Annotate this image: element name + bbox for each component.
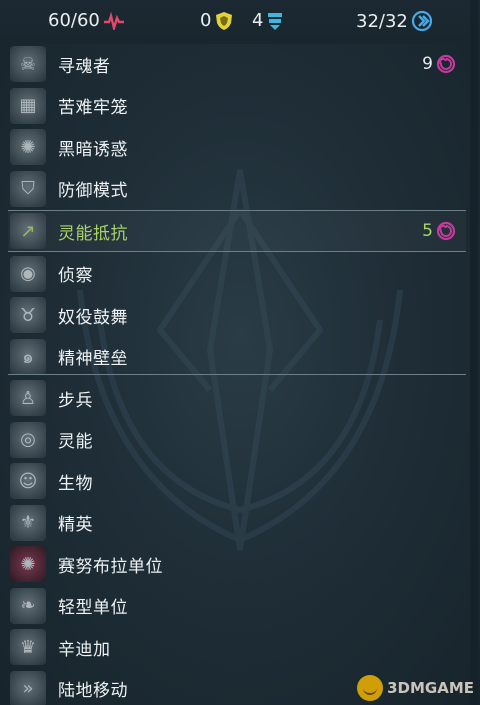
attribute-label: 辛迪加 <box>58 639 111 660</box>
ability-row-dark-lure[interactable]: ✺ 黑暗诱惑 <box>8 127 466 167</box>
ability-label: 侦察 <box>58 266 93 286</box>
scrollbar[interactable] <box>470 0 478 705</box>
ability-label: 精神壁垒 <box>58 349 128 369</box>
attribute-row-elite[interactable]: ⚜ 精英 <box>8 503 466 543</box>
ability-label: 灵能抵抗 <box>58 223 128 244</box>
attribute-row-biological[interactable]: ☺ 生物 <box>8 461 466 501</box>
light-unit-icon: ❧ <box>10 587 46 624</box>
soul-seeker-icon: ☠ <box>10 46 46 82</box>
health-stat: 60/60 <box>48 10 125 31</box>
armor-value: 4 <box>252 10 264 31</box>
ability-label: 苦难牢笼 <box>58 98 128 118</box>
attribute-row-light-unit[interactable]: ❧ 轻型单位 <box>8 586 466 626</box>
ability-row-scout[interactable]: ◉ 侦察 <box>8 254 466 294</box>
attribute-label: 生物 <box>58 473 93 494</box>
ability-row-mind-barrier[interactable]: ๑ 精神壁垒 <box>8 337 466 377</box>
health-value: 60/60 <box>48 10 100 31</box>
attribute-row-infantry[interactable]: ♙ 步兵 <box>8 378 466 418</box>
ability-value: 5 <box>422 221 456 241</box>
psionic-swirl-icon <box>436 54 456 74</box>
ability-row-soul-seeker[interactable]: ☠ 寻魂者 9 <box>8 44 466 84</box>
syndicate-icon: ♛ <box>10 629 46 665</box>
psionic-swirl-icon <box>436 221 456 241</box>
psionic-resist-icon: ↗ <box>10 213 46 249</box>
shield-stat: 0 <box>200 10 234 31</box>
elite-icon: ⚜ <box>10 504 46 541</box>
status-bar: 60/60 0 4 32/32 <box>0 0 480 44</box>
armor-stat: 4 <box>252 10 284 31</box>
section-divider <box>8 374 466 375</box>
defense-shield-icon: ⛉ <box>10 170 46 207</box>
attribute-label: 精英 <box>58 515 93 535</box>
ability-label: 防御模式 <box>58 181 128 201</box>
ability-row-defense-mode[interactable]: ⛉ 防御模式 <box>8 169 466 209</box>
shield-icon <box>216 11 233 30</box>
unit-abilities-panel: 60/60 0 4 32/32 ☠ 寻魂者 9 ▦ 苦难牢笼 ✺ 黑暗诱惑 ⛉ … <box>0 0 480 705</box>
ability-label: 奴役鼓舞 <box>58 307 128 328</box>
heartbeat-icon <box>103 11 124 30</box>
psionic-icon: ◎ <box>10 421 46 458</box>
dark-lure-icon: ✺ <box>10 129 46 165</box>
biological-icon: ☺ <box>10 463 46 499</box>
ability-row-enslave-inspire[interactable]: ♉ 奴役鼓舞 <box>8 295 466 335</box>
energy-icon <box>411 10 432 32</box>
eye-icon: ◉ <box>10 255 46 292</box>
attribute-label: 步兵 <box>58 390 93 411</box>
attribute-label: 灵能 <box>58 432 93 452</box>
infantry-icon: ♙ <box>10 380 46 416</box>
zerg-icon: ✺ <box>10 546 46 582</box>
attribute-label: 轻型单位 <box>58 598 128 618</box>
mascot-logo-icon <box>357 675 384 701</box>
attribute-label: 陆地移动 <box>58 681 128 701</box>
attribute-row-psionic[interactable]: ◎ 灵能 <box>8 420 466 460</box>
attribute-row-zerg-unit[interactable]: ✺ 赛努布拉单位 <box>8 544 466 584</box>
site-watermark: 3DMGAME <box>357 675 474 701</box>
shield-value: 0 <box>200 10 212 31</box>
ability-label: 寻魂者 <box>58 56 111 77</box>
attribute-label: 赛努布拉单位 <box>58 556 163 577</box>
ability-value: 9 <box>422 54 456 74</box>
demon-icon: ♉ <box>10 297 46 333</box>
armor-icon <box>268 12 283 30</box>
attribute-row-syndicate[interactable]: ♛ 辛迪加 <box>8 627 466 667</box>
energy-stat: 32/32 <box>356 10 433 32</box>
ability-label: 黑暗诱惑 <box>58 139 128 160</box>
watermark-text: 3DMGAME <box>387 679 474 697</box>
spiral-icon: ๑ <box>10 338 46 375</box>
cage-icon: ▦ <box>10 87 46 124</box>
ability-row-cage[interactable]: ▦ 苦难牢笼 <box>8 86 466 126</box>
energy-value: 32/32 <box>356 10 408 32</box>
ground-move-icon: » <box>10 670 46 705</box>
ability-row-psionic-resist[interactable]: ↗ 灵能抵抗 5 <box>8 210 466 252</box>
